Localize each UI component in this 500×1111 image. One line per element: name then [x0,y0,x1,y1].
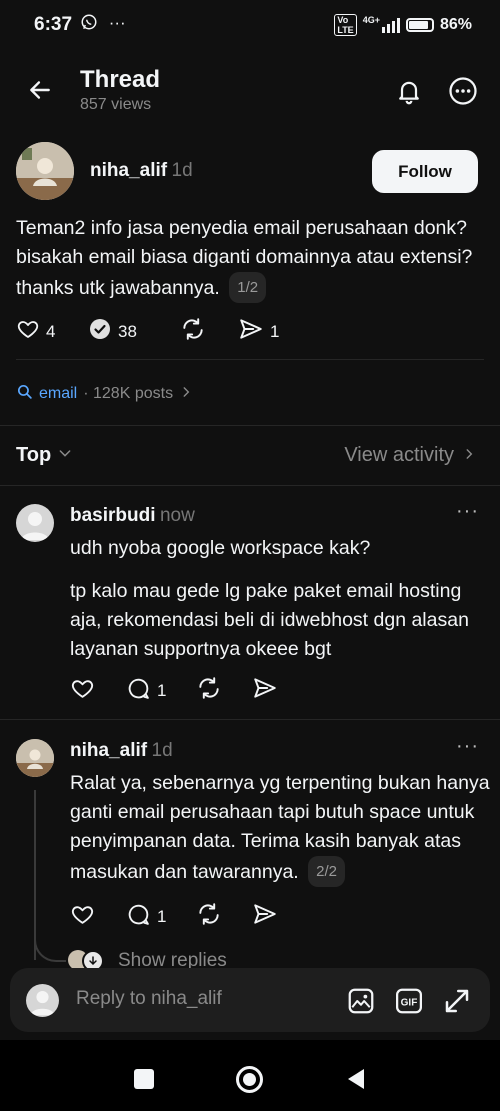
repost-button[interactable] [180,316,238,347]
author-avatar[interactable] [16,142,74,200]
reply-avatar-default[interactable] [16,504,54,542]
reply-count-button[interactable]: 38 [88,317,168,346]
like-button[interactable] [70,676,126,706]
sort-label: Top [16,444,52,466]
reply-avatar[interactable] [16,739,54,777]
post-pager: 1/2 [229,272,267,303]
heart-icon [16,317,40,346]
reply-time: now [159,505,195,526]
status-bar: 6:37 ··· Vo LTE 4G+ 86% [0,0,500,52]
chevron-down-icon [57,444,73,467]
like-button[interactable] [70,902,126,932]
back-arrow-icon[interactable] [24,74,56,106]
reply-body: udh nyoba google workspace kak? tp kalo … [70,534,490,664]
sort-dropdown[interactable]: Top [16,444,73,467]
repost-icon [196,901,222,932]
post-divider [16,359,484,360]
more-options-icon[interactable] [446,74,480,108]
chevron-right-icon [179,385,193,404]
view-activity-link[interactable]: View activity [344,444,476,467]
battery-icon [405,18,434,32]
share-button[interactable] [252,901,278,932]
comment-icon [126,902,151,932]
like-button[interactable]: 4 [16,317,76,346]
reply-author-row: niha_alif 1d [70,740,173,762]
battery-percent: 86% [439,16,472,33]
reply-actions: 1 [70,901,278,932]
reply-author-name[interactable]: basirbudi [70,505,156,526]
topic-name[interactable]: email [39,385,77,403]
signal-icon: 4G+ [362,14,400,33]
follow-button[interactable]: Follow [372,150,478,193]
view-activity-label: View activity [344,444,454,466]
post-author-row: niha_alif 1d [90,160,193,182]
svg-text:GIF: GIF [401,997,418,1008]
more-notifications-icon: ··· [108,13,126,32]
system-status: Vo LTE 4G+ 86% [334,14,472,36]
reply-count: 38 [118,321,137,341]
composer-avatar [26,984,59,1017]
bell-icon[interactable] [392,74,426,108]
back-icon[interactable] [346,1067,366,1096]
heart-icon [70,676,95,706]
repost-button[interactable] [196,675,252,706]
reply-divider [0,719,500,720]
reply-time: 1d [151,740,173,761]
notification-icons: ··· [80,13,126,33]
post-actions: 4 38 1 [16,316,279,347]
page-title: Thread [80,66,161,93]
repost-button[interactable] [196,901,252,932]
section-divider [0,425,500,426]
comment-button[interactable]: 1 [126,902,196,932]
post-body: Teman2 info jasa penyedia email perusaha… [16,214,486,303]
reply-body: Ralat ya, sebenarnya yg terpenting bukan… [70,769,490,887]
reply-input[interactable]: Reply to niha_alif [76,988,222,1010]
reply-actions: 1 [70,675,278,706]
repost-icon [180,316,206,347]
thread-line-curve [34,930,66,962]
send-icon [252,901,278,932]
whatsapp-icon [80,13,103,32]
reply-author-name[interactable]: niha_alif [70,740,147,761]
post-time: 1d [171,160,193,181]
send-icon [252,675,278,706]
view-count: 857 views [80,96,152,113]
topic-tag[interactable]: email · 128K posts [16,383,193,405]
network-type: 4G+ [362,14,380,25]
search-icon [16,383,33,405]
reply-more-icon[interactable]: ··· [456,500,479,523]
send-icon [238,316,264,347]
reply-paragraph: udh nyoba google workspace kak? [70,537,371,559]
chevron-right-icon [462,444,476,467]
reply-more-icon[interactable]: ··· [456,735,479,758]
share-count: 1 [270,321,280,341]
comment-icon [126,676,151,706]
expand-icon[interactable] [440,984,474,1018]
share-button[interactable]: 1 [238,316,279,347]
repost-icon [196,675,222,706]
heart-icon [70,902,95,932]
reply-author-row: basirbudi now [70,505,195,527]
post-author-name[interactable]: niha_alif [90,160,167,181]
status-time: 6:37 [34,14,73,35]
reply-paragraph: tp kalo mau gede lg pake paket email hos… [70,580,469,660]
system-nav-bar [0,1040,500,1111]
home-icon[interactable] [236,1066,263,1093]
comment-count: 1 [157,906,167,926]
verified-reply-icon [88,317,112,346]
volte-icon: Vo LTE [334,14,357,36]
gif-icon[interactable]: GIF [392,984,426,1018]
comment-count: 1 [157,680,167,700]
like-count: 4 [46,321,56,341]
comment-button[interactable]: 1 [126,676,196,706]
topic-post-count: · 128K posts [83,385,174,402]
image-icon[interactable] [344,984,378,1018]
section-divider [0,485,500,486]
reply-text: Ralat ya, sebenarnya yg terpenting bukan… [70,772,490,883]
reply-pager: 2/2 [308,856,346,887]
share-button[interactable] [252,675,278,706]
recents-icon[interactable] [134,1069,154,1089]
